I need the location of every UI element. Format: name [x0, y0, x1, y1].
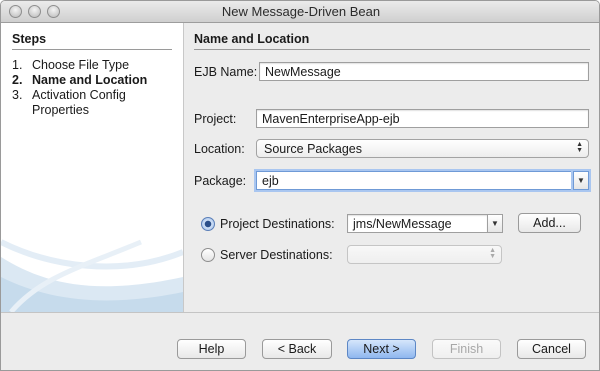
step-activation-config-cont: Properties	[12, 103, 89, 118]
location-label: Location:	[194, 142, 245, 156]
steps-divider	[12, 49, 172, 50]
wizard-window: New Message-Driven Bean Steps 1. Choose F…	[0, 0, 600, 371]
package-dropdown-button[interactable]: ▼	[573, 171, 589, 190]
server-destinations-radio[interactable]	[201, 248, 215, 262]
content-panel: Name and Location EJB Name: NewMessage P…	[183, 23, 599, 312]
add-destination-button[interactable]: Add...	[518, 213, 581, 233]
location-select[interactable]: Source Packages ▲ ▼	[256, 139, 589, 158]
project-destinations-label: Project Destinations:	[220, 217, 335, 231]
server-destination-select[interactable]: ▲ ▼	[347, 245, 502, 264]
project-field: MavenEnterpriseApp-ejb	[256, 109, 589, 128]
window-title: New Message-Driven Bean	[221, 4, 381, 19]
package-combo-input[interactable]: ejb	[256, 171, 572, 190]
back-button[interactable]: < Back	[262, 339, 332, 359]
step-activation-config: 3. Activation Config	[12, 88, 126, 103]
step-label: Properties	[32, 103, 89, 117]
updown-arrows-icon: ▲ ▼	[576, 141, 583, 154]
updown-arrows-icon: ▲ ▼	[489, 247, 496, 260]
chevron-down-icon: ▼	[577, 176, 585, 185]
step-label: Name and Location	[32, 73, 148, 87]
project-label: Project:	[194, 112, 237, 126]
chevron-down-icon: ▼	[491, 219, 499, 228]
step-label: Choose File Type	[32, 58, 130, 72]
package-label: Package:	[194, 174, 247, 188]
project-destination-combo-input[interactable]: jms/NewMessage	[347, 214, 488, 233]
finish-button[interactable]: Finish	[432, 339, 501, 359]
location-select-value: Source Packages	[264, 142, 362, 156]
step-number: 1.	[12, 58, 23, 72]
step-label: Activation Config	[32, 88, 126, 102]
project-destinations-radio[interactable]	[201, 217, 215, 231]
step-number: 3.	[12, 88, 23, 102]
cancel-button[interactable]: Cancel	[517, 339, 586, 359]
ejb-name-label: EJB Name:	[194, 65, 258, 79]
decorative-swoosh-art	[1, 239, 183, 312]
step-choose-file-type: 1. Choose File Type	[12, 58, 129, 73]
next-button[interactable]: Next >	[347, 339, 416, 359]
steps-heading: Steps	[12, 32, 47, 46]
project-destination-dropdown-button[interactable]: ▼	[487, 214, 503, 233]
step-number: 2.	[12, 73, 23, 87]
title-bar: New Message-Driven Bean	[1, 1, 599, 23]
step-name-and-location: 2. Name and Location	[12, 73, 147, 88]
section-divider	[194, 49, 590, 50]
section-heading: Name and Location	[194, 32, 310, 46]
help-button[interactable]: Help	[177, 339, 246, 359]
ejb-name-input[interactable]: NewMessage	[259, 62, 589, 81]
footer-divider	[1, 312, 599, 313]
server-destinations-label: Server Destinations:	[220, 248, 333, 262]
steps-panel: Steps 1. Choose File Type 2. Name and Loca…	[1, 23, 183, 312]
